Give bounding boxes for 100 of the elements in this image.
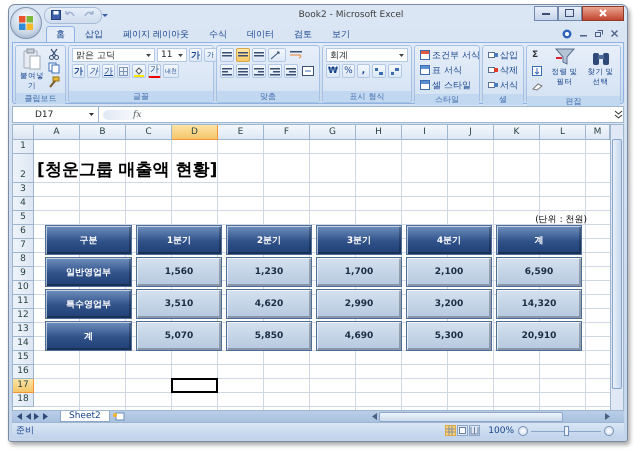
column-header[interactable]: C: [126, 125, 172, 140]
style-menu-button[interactable]: 표 서식: [418, 63, 482, 77]
conditional-format-icon: [420, 50, 430, 60]
row-header[interactable]: 8: [13, 253, 34, 267]
row-header[interactable]: 15: [13, 351, 34, 365]
bold-button[interactable]: 가: [72, 64, 85, 78]
column-header[interactable]: K: [494, 125, 540, 140]
row-header[interactable]: 16: [13, 365, 34, 379]
ribbon-tab[interactable]: 보기: [322, 26, 360, 42]
delete-cells-icon: [488, 65, 498, 75]
column-header[interactable]: M: [586, 125, 610, 140]
table-header-cell: 1분기: [136, 225, 222, 255]
ribbon-tab[interactable]: 페이지 레이아웃: [113, 26, 199, 42]
grow-font-button[interactable]: 가: [189, 48, 202, 62]
sheet-title: [청운그룹 매출액 현황]: [37, 159, 218, 181]
column-header[interactable]: H: [356, 125, 402, 140]
autosum-button[interactable]: Σ: [530, 48, 545, 62]
ribbon-tab[interactable]: 데이터: [236, 26, 284, 42]
table-cell: 6,590: [496, 257, 582, 287]
row-header[interactable]: 5: [13, 211, 34, 225]
italic-button[interactable]: 가: [87, 64, 100, 78]
align-right-button[interactable]: [252, 64, 266, 78]
normal-view-button[interactable]: [445, 425, 456, 436]
name-box[interactable]: D17: [13, 107, 99, 122]
group-label: 클립보드: [16, 93, 65, 104]
font-size-field[interactable]: 11: [157, 48, 187, 62]
zoom-level[interactable]: 100%: [488, 426, 514, 436]
column-header[interactable]: D: [172, 125, 218, 140]
horizontal-scrollbar[interactable]: [372, 412, 610, 421]
align-top-button[interactable]: [220, 48, 234, 62]
column-header[interactable]: I: [402, 125, 448, 140]
row-header[interactable]: 9: [13, 267, 34, 281]
row-header[interactable]: 18: [13, 393, 34, 407]
ribbon-tab[interactable]: 수식: [198, 26, 237, 42]
fill-button[interactable]: [530, 64, 545, 78]
align-left-button[interactable]: [220, 64, 234, 78]
decrease-decimal-button[interactable]: [388, 64, 402, 78]
column-header[interactable]: F: [264, 125, 310, 140]
row-header[interactable]: 12: [13, 309, 34, 323]
align-center-button[interactable]: [236, 64, 250, 78]
style-menu-button[interactable]: 셀 스타일: [418, 78, 482, 92]
office-button[interactable]: [10, 7, 42, 39]
row-header[interactable]: 14: [13, 337, 34, 351]
border-icon: [119, 66, 128, 76]
page-break-button[interactable]: [469, 425, 480, 436]
align-bottom-button[interactable]: [252, 48, 266, 62]
font-color-button[interactable]: 가: [148, 64, 161, 78]
cells-menu-button[interactable]: 삽입: [486, 48, 520, 62]
align-right-icon: [254, 66, 264, 76]
close-button[interactable]: [582, 6, 624, 20]
scroll-left-icon: [372, 413, 377, 420]
ribbon-tab[interactable]: 검토: [284, 26, 322, 42]
merge-button[interactable]: [300, 64, 316, 78]
row-header[interactable]: 1: [13, 140, 34, 154]
row-header[interactable]: 13: [13, 323, 34, 337]
row-header[interactable]: 17: [13, 379, 34, 393]
currency-button[interactable]: ₩: [326, 64, 340, 78]
sheet-tab[interactable]: Sheet2: [60, 411, 110, 422]
active-cell[interactable]: [171, 378, 218, 393]
minimize-button[interactable]: [534, 6, 558, 20]
font-family-field[interactable]: 맑은 고딕: [72, 48, 155, 62]
column-header[interactable]: B: [80, 125, 126, 140]
ribbon-tab[interactable]: 삽입: [75, 26, 113, 42]
decrease-indent-button[interactable]: [268, 64, 282, 78]
insert-sheet-button[interactable]: [112, 412, 126, 421]
zoom-in-button[interactable]: [604, 426, 614, 436]
row-header[interactable]: 4: [13, 197, 34, 211]
cells-menu-button[interactable]: 서식: [486, 78, 520, 92]
row-header[interactable]: 11: [13, 295, 34, 309]
increase-decimal-button[interactable]: [372, 64, 386, 78]
column-header[interactable]: E: [218, 125, 264, 140]
maximize-button[interactable]: [558, 6, 582, 20]
number-format-field[interactable]: 회계: [326, 48, 408, 62]
ribbon-tab[interactable]: 홈: [46, 26, 75, 42]
vertical-scrollbar[interactable]: [610, 125, 623, 410]
row-header[interactable]: 7: [13, 239, 34, 253]
align-middle-button[interactable]: [236, 48, 250, 62]
style-menu-button[interactable]: 조건부 서식: [418, 48, 482, 62]
row-header[interactable]: 2: [13, 154, 34, 183]
maximize-icon: [565, 9, 574, 17]
column-header[interactable]: G: [310, 125, 356, 140]
row-header[interactable]: 10: [13, 281, 34, 295]
column-header[interactable]: L: [540, 125, 586, 140]
orientation-button[interactable]: [268, 48, 286, 62]
page-layout-button[interactable]: [457, 425, 468, 436]
cells-menu-button[interactable]: 삭제: [486, 63, 520, 77]
fill-color-button[interactable]: [132, 64, 146, 78]
column-header[interactable]: J: [448, 125, 494, 140]
percent-button[interactable]: %: [342, 64, 355, 78]
row-header[interactable]: 3: [13, 183, 34, 197]
row-header[interactable]: 6: [13, 225, 34, 239]
zoom-out-button[interactable]: [518, 426, 528, 436]
zoom-thumb[interactable]: [564, 426, 569, 436]
cut-icon: [48, 48, 60, 60]
group-label: 글꼴: [69, 91, 213, 102]
column-header[interactable]: A: [34, 125, 80, 140]
table-cell: 5,070: [136, 321, 222, 351]
increase-indent-button[interactable]: [284, 64, 298, 78]
underline-button[interactable]: 가: [102, 64, 115, 78]
comma-button[interactable]: ,: [356, 64, 370, 78]
